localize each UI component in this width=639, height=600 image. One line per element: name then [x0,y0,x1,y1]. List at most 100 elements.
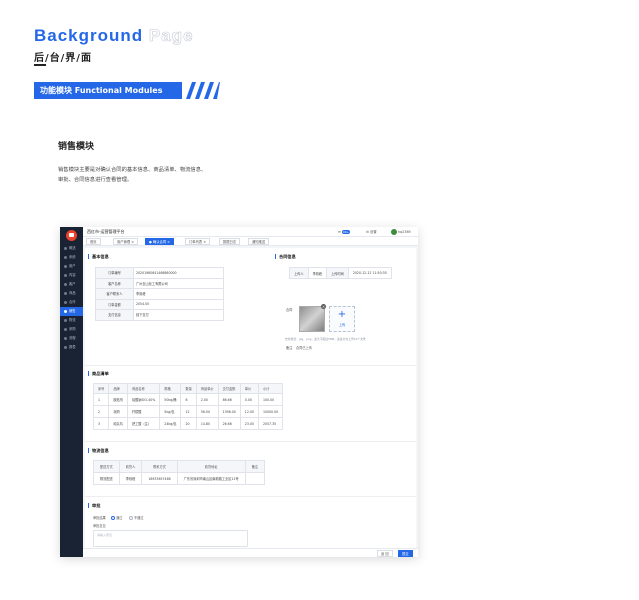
logistics-title: 物流信息 [88,448,109,453]
sidebar-item[interactable]: 采购 [60,325,83,334]
tab[interactable]: ● 确认合同 × [145,238,174,245]
goods-table: 序号 品牌 商品名称 规格 数量 商品单价 交付金额 单价 小计 1 胶粘剂 硅酸钠SIO-40% 50… [92,383,284,430]
radio-off-icon [129,516,133,520]
table-cell: 12.00 [239,405,259,418]
back-button[interactable]: 返 回 [377,550,393,557]
heading-underline [34,64,46,66]
page-heading: Background Page [34,26,194,46]
opinion-textarea[interactable]: 请输入意见 [93,530,248,547]
table-row: 订单编号 20201980641466860000 [95,267,224,279]
table-cell: 20 [180,417,197,430]
table-cell: 广东省深圳市南山区南新路工业区12号 [176,472,246,485]
table-row: 物流配送 李则峰 18933657466 广东省深圳市南山区南新路工业区12号 [93,472,266,485]
sidebar-item[interactable]: 客户 [60,280,83,289]
field-value: 李则峰 [133,288,224,300]
table-cell: 18933657466 [141,472,178,485]
app-name: 西红市-运营管理平台 [87,229,125,234]
avatar [391,229,397,235]
column-header: 小计 [257,383,284,394]
approval-opinion-label: 审批意见 [93,524,106,528]
sidebar-item-label: 客户 [69,282,76,286]
table-row: 客户联系人 李则峰 [95,288,224,300]
settings-button[interactable]: ⚙ 设置 [366,228,377,236]
heading-subtitle: 后/台/界/面 [34,53,92,64]
table-cell: 0.00 [239,393,259,406]
column-header: 数量 [180,383,197,394]
field-label: 客户联系人 [95,288,134,300]
close-icon[interactable]: × [321,304,326,309]
sidebar-item[interactable]: 商品 [60,289,83,298]
table-cell: 2.00 [195,393,219,406]
menu-icon [64,255,67,259]
field-value: 2054.00 [133,298,224,310]
table-cell: 23.00 [239,417,259,430]
table-cell: 纯氢氧 [108,417,128,430]
basic-info-title: 基本信息 [88,254,109,259]
app-logo-icon [66,230,77,241]
footer-bar: 返 回 提交 [83,548,418,557]
table-cell: 1 [92,393,110,406]
menu-icon [64,246,67,250]
table-row: 订单金额 2054.00 [95,298,224,310]
table-cell: 3 [92,417,110,430]
submit-button[interactable]: 提交 [398,550,413,557]
contract-info-title: 合同信息 [275,254,296,259]
user-menu[interactable]: hq2389 [391,228,411,236]
column-header: 商品单价 [195,383,219,394]
sidebar-item[interactable]: 合作 [60,298,83,307]
sidebar-item[interactable]: 报表 [60,343,83,352]
menu-icon [64,336,67,340]
column-header: 配送方式 [93,460,120,473]
contract-thumbnail[interactable] [299,306,325,332]
heading-page: Page [148,26,194,46]
settings-label: 设置 [370,230,377,234]
table-cell: 柠檬酸 [126,405,161,418]
approval-result-label: 审批结果 [93,516,106,520]
column-header: 品牌 [108,383,128,394]
column-header: 商品名称 [126,383,161,394]
sidebar-item[interactable]: 概述 [60,244,83,253]
sidebar-item[interactable]: 系统 [60,253,83,262]
sidebar: 概述 系统 用户 内容客户商品合作销售物流 采购 流程报表 [60,227,83,557]
sidebar-item-label: 销售 [69,309,76,313]
table-cell: 6 [180,393,197,406]
menu-icon [64,318,67,322]
bell-icon: ✉ [338,230,341,234]
table-cell: 50kg/桶 [159,393,182,406]
divider [85,496,416,497]
column-header: 单价 [239,383,259,394]
sidebar-item[interactable]: 流程 [60,334,83,343]
field-value: 线下支付 [133,309,224,321]
sidebar-item[interactable]: 物流 [60,316,83,325]
column-header: 备注 [244,460,266,473]
sidebar-item[interactable]: 销售 [60,307,83,316]
gear-icon: ⚙ [366,230,369,234]
table-cell: 李则峰 [307,267,328,279]
notice-button[interactable]: ✉ 99+ [338,228,351,236]
upload-button[interactable]: + 上传 [329,306,355,332]
tab[interactable]: 通知推送 [248,238,270,245]
sidebar-item[interactable]: 内容 [60,271,83,280]
radio-approve[interactable]: 通过 [111,515,122,520]
tab[interactable]: 订单列表 × [185,238,210,245]
radio-reject[interactable]: 不通过 [129,515,144,520]
sidebar-item-label: 报表 [69,345,76,349]
table-cell [244,472,266,485]
column-header: 序号 [92,383,110,394]
tab[interactable]: 用户管理 × [113,238,138,245]
sidebar-item-label: 商品 [69,291,76,295]
radio-on-icon [111,516,115,520]
contract-info-table: 上传人 李则峰 上传时间 2020-12-12 11:50:35 [289,267,392,279]
menu-icon [64,291,67,295]
field-label: 支付信息 [95,309,134,321]
tab[interactable]: 首页 [86,238,101,245]
main-content: 基本信息 订单编号 20201980641466860000 客户名称 广州至山化工有… [85,248,416,548]
table-cell: 硅酸钠SIO-40% [126,393,161,406]
sidebar-item[interactable]: 用户 [60,262,83,271]
tab[interactable]: 数据日志 [219,238,241,245]
table-cell: 上传人 [289,267,309,279]
column-header: 规格 [159,383,182,394]
field-value: 20201980641466860000 [133,267,224,279]
table-cell: 66.66 [217,393,241,406]
menu-icon [64,309,67,313]
